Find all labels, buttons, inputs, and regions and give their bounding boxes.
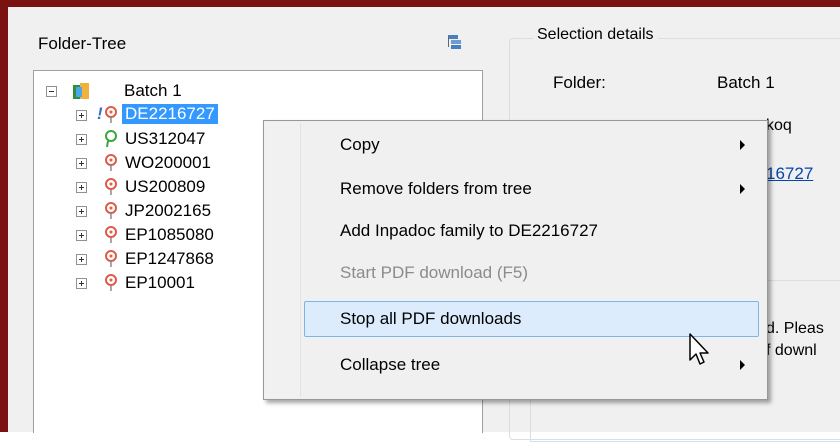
status-text-line-1: d. Pleas [766, 320, 824, 337]
expand-icon[interactable] [76, 182, 87, 193]
tree-root-label: Batch 1 [124, 81, 182, 100]
menu-item-add-inpadoc[interactable]: Add Inpadoc family to DE2216727 [304, 213, 759, 249]
expand-icon[interactable] [76, 230, 87, 241]
menu-item-label: Copy [340, 135, 380, 154]
folder-tree-title: Folder-Tree [38, 34, 127, 53]
expand-icon[interactable] [76, 206, 87, 217]
submenu-arrow-icon [740, 140, 745, 150]
detail-link[interactable]: 16727 [766, 164, 813, 184]
expand-icon[interactable] [76, 254, 87, 265]
batch-folder-icon [72, 81, 90, 106]
tree-node-label: EP1085080 [125, 225, 214, 244]
menu-item-start-pdf-download: Start PDF download (F5) [304, 255, 759, 291]
status-text-line-2: f downl [766, 342, 817, 359]
folder-label: Folder: [553, 73, 606, 92]
pin-icon [104, 153, 118, 178]
expand-icon[interactable] [76, 110, 87, 121]
pin-icon [104, 225, 118, 250]
expand-icon[interactable] [76, 278, 87, 289]
menu-item-label: Add Inpadoc family to DE2216727 [340, 221, 599, 240]
expand-icon[interactable] [76, 158, 87, 169]
menu-item-label: Stop all PDF downloads [340, 309, 522, 328]
tree-node-label: US200809 [125, 177, 206, 196]
menu-icon-gutter [266, 123, 301, 397]
menu-item-label: Remove folders from tree [340, 179, 532, 198]
detail-partial-text: koq [766, 117, 792, 134]
menu-item-label: Start PDF download (F5) [340, 263, 529, 282]
pin-icon [104, 249, 118, 274]
expand-icon[interactable] [76, 134, 87, 145]
tree-node-label: WO200001 [125, 153, 211, 172]
tree-node-label: DE2216727 [122, 104, 218, 124]
menu-item-copy[interactable]: Copy [304, 127, 759, 163]
collapse-icon[interactable] [46, 86, 57, 97]
window-frame-left [0, 0, 8, 432]
tree-node-label: EP1247868 [125, 249, 214, 268]
pin-icon [104, 105, 118, 130]
window-frame-top [0, 0, 840, 7]
green-pin-icon [104, 129, 118, 154]
menu-item-remove-folders[interactable]: Remove folders from tree [304, 171, 759, 207]
pin-icon [104, 201, 118, 226]
folder-value: Batch 1 [717, 73, 775, 92]
menu-item-label: Collapse tree [340, 355, 441, 374]
tree-node-label: US312047 [125, 129, 206, 148]
mouse-cursor-icon [688, 332, 712, 373]
warning-icon: ! [97, 104, 103, 123]
tree-options-icon[interactable] [447, 34, 463, 52]
submenu-arrow-icon [740, 184, 745, 194]
tree-node-label: EP10001 [125, 273, 195, 292]
pin-icon [104, 177, 118, 202]
tree-node-label: JP2002165 [125, 201, 212, 220]
selection-details-title: Selection details [533, 26, 658, 44]
pin-icon [104, 273, 118, 298]
submenu-arrow-icon [740, 360, 745, 370]
